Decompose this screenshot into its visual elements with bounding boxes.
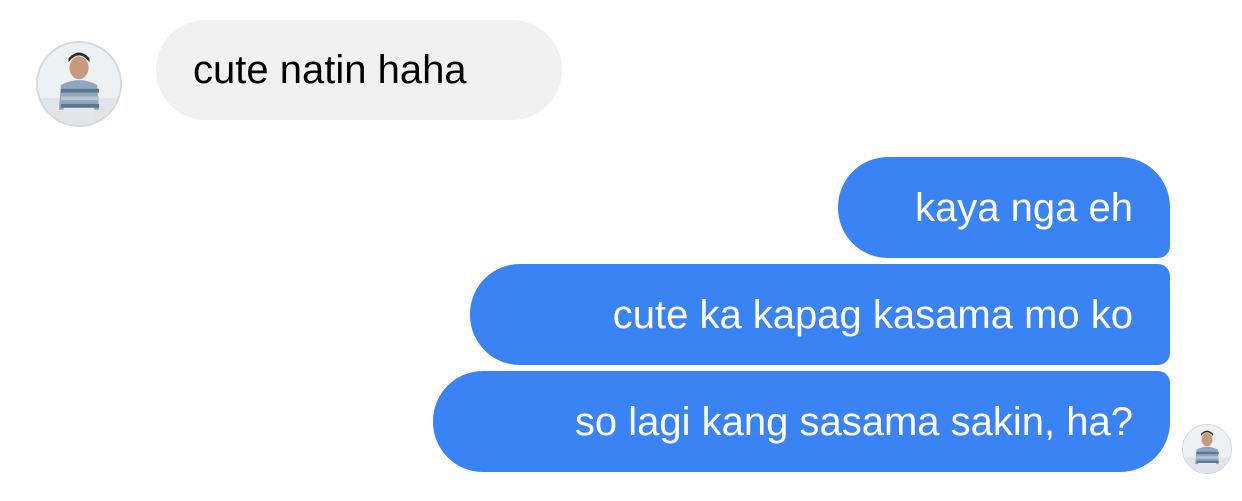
outgoing-message-bubble[interactable]: cute ka kapag kasama mo ko <box>470 264 1170 365</box>
read-receipt-avatar <box>1182 424 1232 474</box>
outgoing-message-bubble[interactable]: kaya nga eh <box>838 157 1170 258</box>
person-photo-icon <box>38 43 120 125</box>
message-text: cute ka kapag kasama mo ko <box>612 292 1133 337</box>
message-text: cute natin haha <box>193 48 467 92</box>
contact-avatar[interactable] <box>36 41 122 127</box>
incoming-message-bubble[interactable]: cute natin haha <box>156 20 562 120</box>
message-text: so lagi kang sasama sakin, ha? <box>574 399 1133 444</box>
outgoing-message-bubble[interactable]: so lagi kang sasama sakin, ha? <box>433 371 1170 472</box>
message-text: kaya nga eh <box>915 185 1133 230</box>
person-photo-icon <box>1183 425 1231 473</box>
